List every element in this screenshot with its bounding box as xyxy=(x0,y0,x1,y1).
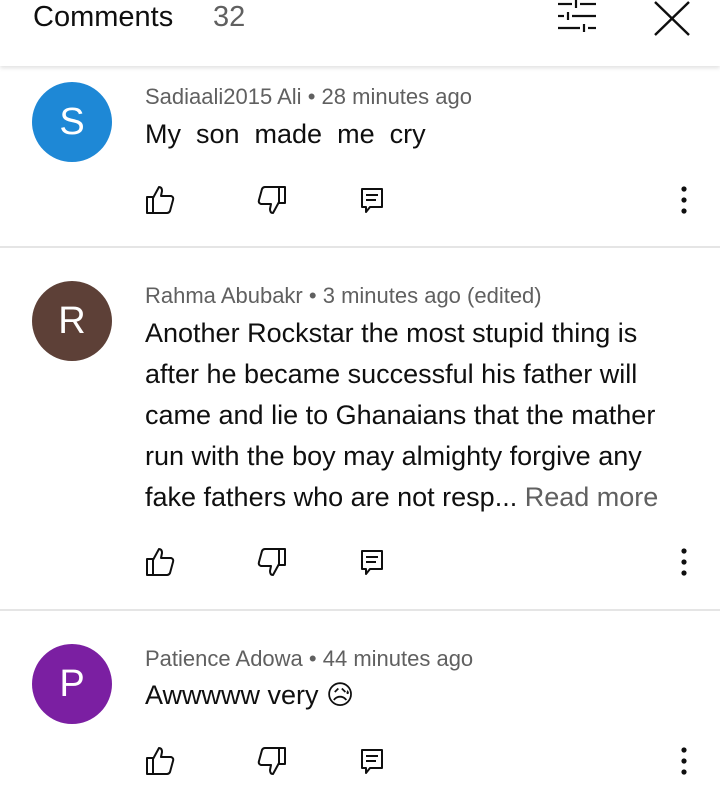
avatar[interactable]: S xyxy=(32,82,112,162)
reply-button[interactable] xyxy=(355,545,389,579)
like-icon xyxy=(146,747,175,775)
reply-button[interactable] xyxy=(355,744,389,778)
more-vert-icon xyxy=(681,186,687,214)
dislike-button[interactable] xyxy=(255,744,289,778)
comment-author[interactable]: Sadiaali2015 Ali xyxy=(145,84,302,109)
comments-title: Comments xyxy=(33,1,174,33)
meta-separator: • xyxy=(308,283,317,308)
comment-item: R Rahma Abubakr • 3 minutes ago (edited)… xyxy=(0,248,720,610)
comments-header: Comments 32 xyxy=(0,0,720,66)
comment-meta: Patience Adowa • 44 minutes ago xyxy=(145,646,473,672)
comment-item: P Patience Adowa • 44 minutes ago Awwwww… xyxy=(0,611,720,795)
comment-item: S Sadiaali2015 Ali • 28 minutes ago My s… xyxy=(0,66,720,248)
comment-text: Awwwww very 😥 xyxy=(145,675,685,716)
reply-icon xyxy=(361,749,383,774)
reply-button[interactable] xyxy=(355,183,389,217)
comment-author[interactable]: Patience Adowa xyxy=(145,646,303,671)
avatar-letter: R xyxy=(58,299,86,342)
like-icon xyxy=(146,548,175,576)
sort-filter-button[interactable] xyxy=(550,0,604,36)
comment-text: My son made me cry xyxy=(145,119,426,149)
reply-icon xyxy=(361,188,383,213)
sliders-icon xyxy=(558,0,596,32)
like-button[interactable] xyxy=(143,183,177,217)
read-more-link[interactable]: Read more xyxy=(525,482,659,512)
comment-time: 28 minutes ago xyxy=(321,84,472,109)
dislike-icon xyxy=(257,548,286,576)
more-vert-icon xyxy=(681,747,687,775)
dislike-button[interactable] xyxy=(255,183,289,217)
dislike-button[interactable] xyxy=(255,545,289,579)
more-options-button[interactable] xyxy=(670,545,698,579)
sad-emoji: 😥 xyxy=(326,680,355,710)
more-vert-icon xyxy=(681,548,687,576)
avatar[interactable]: R xyxy=(32,281,112,361)
avatar-letter: P xyxy=(59,662,85,705)
dislike-icon xyxy=(257,747,286,775)
comment-meta: Sadiaali2015 Ali • 28 minutes ago xyxy=(145,84,472,110)
comment-text-content: Awwwww very xyxy=(145,680,319,710)
comment-author[interactable]: Rahma Abubakr xyxy=(145,283,303,308)
avatar[interactable]: P xyxy=(32,644,112,724)
dislike-icon xyxy=(257,186,286,214)
close-button[interactable] xyxy=(648,0,696,40)
like-button[interactable] xyxy=(143,545,177,579)
more-options-button[interactable] xyxy=(670,744,698,778)
avatar-letter: S xyxy=(59,100,85,143)
reply-icon xyxy=(361,550,383,575)
comments-count: 32 xyxy=(213,1,246,33)
meta-separator: • xyxy=(308,646,317,671)
more-options-button[interactable] xyxy=(670,183,698,217)
comment-time: 44 minutes ago xyxy=(322,646,474,671)
like-button[interactable] xyxy=(143,744,177,778)
meta-separator: • xyxy=(307,84,316,109)
comment-text: Another Rockstar the most stupid thing i… xyxy=(145,313,685,518)
comment-time: 3 minutes ago (edited) xyxy=(322,283,542,308)
like-icon xyxy=(146,186,175,214)
close-icon xyxy=(654,1,690,36)
comment-meta: Rahma Abubakr • 3 minutes ago (edited) xyxy=(145,283,542,309)
